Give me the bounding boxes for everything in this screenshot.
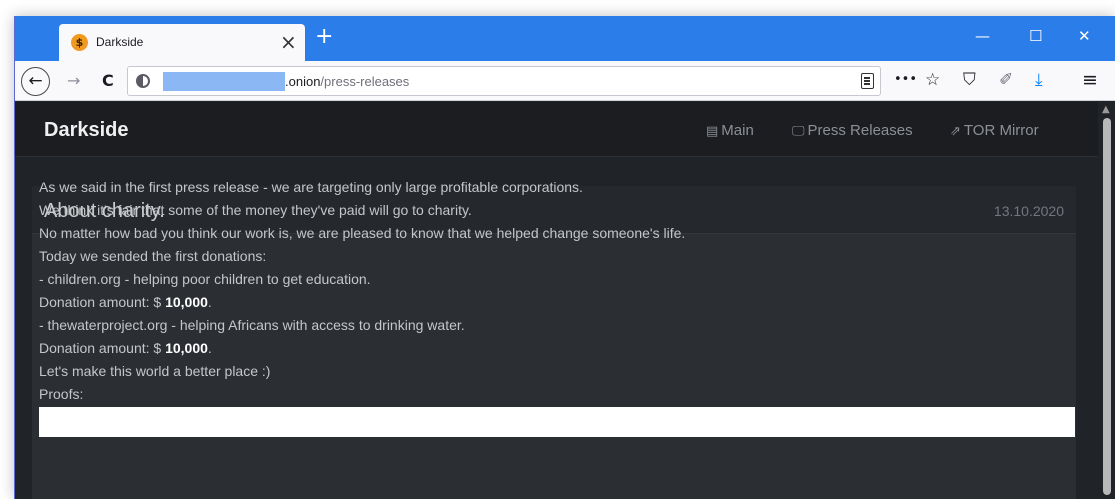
post-line: Proofs: [39, 386, 84, 402]
menu-hamburger-icon[interactable]: ≡ [1082, 70, 1098, 90]
browser-window: $ Darkside × + — ☐ ✕ ← → C .onion/press-… [14, 16, 1115, 499]
tab-close-icon[interactable]: × [280, 30, 297, 54]
url-host: .onion [285, 74, 321, 89]
page-content: Darkside ▤ Main 🖵 Press Releases ⇗ TOR Mirr… [15, 102, 1098, 499]
downloads-icon[interactable]: ⤓ [1035, 70, 1043, 90]
post-line: - children.org - helping poor children t… [39, 271, 371, 287]
donation-suffix: . [207, 340, 212, 356]
back-arrow-icon[interactable]: ← [21, 67, 50, 96]
donation-amount: 10,000 [165, 294, 208, 310]
redacted-url-segment [163, 72, 285, 91]
tab-darkside[interactable]: $ Darkside × [59, 24, 305, 61]
navigation-toolbar: ← → C .onion/press-releases ••• ☆ ⛉ ✐ ⤓ … [15, 61, 1115, 101]
nav-link-tor-mirror[interactable]: ⇗ TOR Mirror [950, 122, 1039, 139]
site-info-icon[interactable] [136, 74, 150, 88]
post-line: As we said in the first press release - … [39, 179, 583, 195]
dollar-favicon-icon: $ [71, 34, 88, 51]
site-brand[interactable]: Darkside [44, 119, 129, 142]
nav-link-label: TOR Mirror [963, 122, 1039, 139]
donation-line: Donation amount: $ 10,000. [39, 337, 1039, 360]
extensions-icon[interactable]: ✐ [999, 70, 1013, 90]
bookmark-star-icon[interactable]: ☆ [925, 70, 940, 90]
url-text: .onion/press-releases [285, 74, 409, 89]
scrollbar-thumb[interactable] [1103, 118, 1111, 495]
post-line: No matter how bad you think our work is,… [39, 225, 686, 241]
donation-amount: 10,000 [165, 340, 208, 356]
post-line: Let's make this world a better place :) [39, 363, 271, 379]
title-bar: $ Darkside × + — ☐ ✕ [15, 16, 1115, 61]
forward-arrow-icon[interactable]: → [67, 71, 80, 91]
tab-title: Darkside [96, 35, 144, 49]
maximize-icon[interactable]: ☐ [1029, 26, 1042, 46]
proofs-image-area [39, 407, 1075, 437]
external-link-icon: ⇗ [950, 124, 961, 139]
tracking-shield-icon[interactable]: ⛉ [963, 70, 976, 90]
newspaper-icon: ▤ [706, 124, 719, 139]
donation-suffix: . [207, 294, 212, 310]
url-path: /press-releases [320, 74, 410, 89]
nav-link-press-releases[interactable]: 🖵 Press Releases [792, 122, 913, 139]
nav-link-main[interactable]: ▤ Main [706, 122, 754, 139]
scroll-up-icon[interactable]: ▲ [1102, 104, 1110, 115]
donation-prefix: Donation amount: $ [39, 340, 166, 356]
url-bar[interactable]: .onion/press-releases [127, 66, 881, 96]
site-header: Darkside ▤ Main 🖵 Press Releases ⇗ TOR Mirr… [15, 102, 1098, 157]
close-window-icon[interactable]: ✕ [1078, 26, 1091, 46]
page-scrollbar[interactable]: ▲ [1098, 102, 1115, 499]
presentation-icon: 🖵 [792, 124, 805, 139]
donation-line: Donation amount: $ 10,000. [39, 291, 1039, 314]
minimize-icon[interactable]: — [975, 26, 990, 46]
post-line: Today we sended the first donations: [39, 248, 267, 264]
post-line: - thewaterproject.org - helping Africans… [39, 317, 465, 333]
post-line: We think it's fair that some of the mone… [39, 202, 472, 218]
new-tab-icon[interactable]: + [315, 25, 333, 49]
page-actions-icon[interactable]: ••• [894, 70, 917, 90]
nav-link-label: Main [721, 122, 754, 139]
post-body: As we said in the first press release - … [39, 176, 1039, 406]
donation-prefix: Donation amount: $ [39, 294, 166, 310]
reader-view-icon[interactable] [861, 73, 874, 89]
nav-link-label: Press Releases [807, 122, 913, 139]
reload-icon[interactable]: C [102, 71, 114, 91]
